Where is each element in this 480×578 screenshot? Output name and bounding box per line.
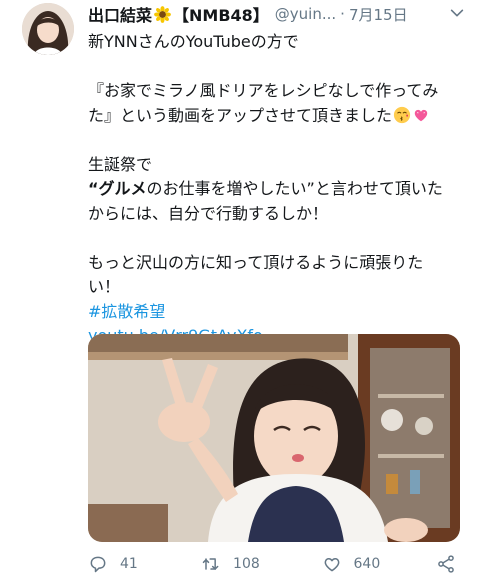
reply-button[interactable]: 41: [88, 554, 185, 574]
tweet-text-segment: のお仕事を増やしたい”と言わせて頂いた: [146, 179, 443, 198]
reply-icon: [90, 556, 106, 573]
retweet-button[interactable]: 108: [201, 554, 315, 574]
tweet-text-line: い！: [88, 277, 121, 296]
sparkling-heart-icon: [414, 109, 428, 121]
retweet-count: 108: [233, 556, 260, 572]
heart-icon: [324, 558, 339, 572]
tweet-text-line: 生誕祭で: [88, 154, 153, 174]
tweet-actions: 41 108 640: [88, 550, 468, 578]
tweet-media-image[interactable]: [88, 334, 460, 542]
reply-count: 41: [120, 556, 138, 572]
share-button[interactable]: [436, 554, 468, 574]
author-tag[interactable]: 【NMB48】: [173, 2, 269, 26]
share-icon: [438, 555, 454, 573]
tweet-text-line: もっと沢山の方に知って頂けるように頑張りた: [88, 252, 424, 272]
tweet-date[interactable]: 7月15日: [349, 4, 408, 25]
kissing-face-icon: [393, 106, 411, 123]
retweet-icon: [202, 558, 219, 570]
tweet-text-line: 『お家でミラノ風ドリアをレシピなしで作ってみ: [88, 81, 439, 100]
tweet-text-line: “グルメのお仕事を増やしたい”と言わせて頂いた: [88, 177, 468, 202]
tweet-text-line: 新YNNさんのYouTubeの方で: [88, 32, 299, 51]
like-button[interactable]: 640: [322, 554, 436, 574]
tweet-text-segment: た』という動画をアップさせて頂きました: [88, 105, 393, 125]
tweet: 出口結菜 【NMB48】 @yuin... · 7月15日 新YNNさんのYou…: [0, 0, 480, 578]
tweet-text-line: からには、自分で行動するしか！: [88, 203, 329, 223]
chevron-down-icon[interactable]: [448, 4, 466, 22]
tweet-header: 出口結菜 【NMB48】 @yuin... · 7月15日: [88, 2, 470, 26]
author-name[interactable]: 出口結菜: [88, 2, 152, 26]
sunflower-icon: [154, 5, 171, 23]
header-separator: ·: [340, 5, 345, 23]
avatar-photo-icon: [22, 3, 74, 55]
tweet-text-line: た』という動画をアップさせて頂きました: [88, 104, 468, 129]
author-handle[interactable]: @yuin...: [275, 5, 336, 23]
hashtag-link[interactable]: #拡散希望: [88, 300, 468, 325]
like-count: 640: [353, 556, 381, 572]
tweet-text: 新YNNさんのYouTubeの方で 『お家でミラノ風ドリアをレシピなしで作ってみ…: [88, 30, 468, 349]
photo-icon: [88, 334, 460, 542]
avatar[interactable]: [22, 3, 74, 55]
bold-phrase: “グルメ: [88, 179, 147, 198]
